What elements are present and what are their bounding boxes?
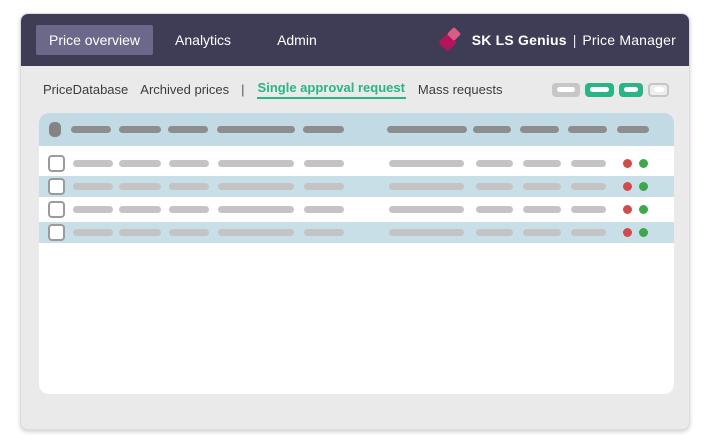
column-header-skeleton	[387, 126, 467, 133]
column-header-skeleton	[303, 126, 344, 133]
row-checkbox[interactable]	[48, 155, 65, 172]
cell-skeleton-bar	[169, 206, 209, 213]
cell-skeleton-bar	[218, 229, 294, 236]
sub-navbar: PriceDatabase Archived prices | Single a…	[21, 66, 689, 113]
row-checkbox[interactable]	[48, 224, 65, 241]
column-header-skeleton	[119, 126, 161, 133]
cell-skeleton-bar	[73, 160, 113, 167]
cell-skeleton-bar	[389, 229, 464, 236]
button-bar-placeholder	[590, 87, 609, 92]
cell-skeleton-bar	[218, 160, 294, 167]
status-dot-2	[639, 228, 648, 237]
column-header-skeleton	[168, 126, 208, 133]
cell-skeleton-bar	[304, 206, 344, 213]
column-header-skeleton	[520, 126, 559, 133]
column-header-skeleton	[617, 126, 649, 133]
cell-skeleton-bar	[523, 229, 561, 236]
action-button-1[interactable]	[552, 82, 580, 97]
subnav-separator: |	[241, 82, 245, 97]
select-all-placeholder[interactable]	[49, 122, 61, 137]
cell-skeleton-bar	[389, 206, 464, 213]
row-checkbox[interactable]	[48, 178, 65, 195]
cell-skeleton-bar	[523, 160, 561, 167]
status-dot-1	[623, 182, 632, 191]
table-row[interactable]	[39, 222, 674, 243]
cell-skeleton-bar	[169, 160, 209, 167]
table-card	[39, 113, 674, 394]
cell-skeleton-bar	[218, 206, 294, 213]
tab-admin[interactable]: Admin	[277, 32, 317, 48]
cell-skeleton-bar	[571, 206, 606, 213]
double-diamond-icon	[438, 26, 464, 53]
cell-skeleton-bar	[389, 160, 464, 167]
column-header-skeleton	[568, 126, 607, 133]
action-button-3[interactable]	[619, 82, 643, 97]
cell-skeleton-bar	[169, 183, 209, 190]
table-header-row	[39, 113, 674, 146]
cell-skeleton-bar	[523, 206, 561, 213]
cell-skeleton-bar	[169, 229, 209, 236]
row-checkbox[interactable]	[48, 201, 65, 218]
tab-analytics[interactable]: Analytics	[175, 32, 231, 48]
column-header-skeleton	[217, 126, 295, 133]
column-header-skeleton	[71, 126, 111, 133]
action-button-2[interactable]	[585, 82, 614, 97]
brand: SK LS Genius | Price Manager	[438, 26, 676, 53]
button-bar-placeholder	[557, 87, 575, 92]
cell-skeleton-bar	[571, 229, 606, 236]
status-dot-1	[623, 228, 632, 237]
table-row[interactable]	[39, 176, 674, 197]
cell-skeleton-bar	[218, 183, 294, 190]
top-navbar: Price overview Analytics Admin SK LS Gen…	[21, 14, 689, 66]
status-dot-2	[639, 205, 648, 214]
status-dot-2	[639, 159, 648, 168]
cell-skeleton-bar	[119, 206, 161, 213]
cell-skeleton-bar	[73, 206, 113, 213]
cell-skeleton-bar	[571, 183, 606, 190]
action-button-4[interactable]	[648, 82, 669, 97]
screenshot-canvas: Price overview Analytics Admin SK LS Gen…	[0, 0, 710, 444]
status-dot-1	[623, 205, 632, 214]
cell-skeleton-bar	[476, 183, 513, 190]
cell-skeleton-bar	[476, 160, 513, 167]
cell-skeleton-bar	[389, 183, 464, 190]
cell-skeleton-bar	[476, 229, 513, 236]
cell-skeleton-bar	[119, 183, 161, 190]
cell-skeleton-bar	[304, 229, 344, 236]
subnav-link-pricedatabase[interactable]: PriceDatabase	[43, 82, 128, 97]
cell-skeleton-bar	[73, 229, 113, 236]
tab-price-overview[interactable]: Price overview	[36, 25, 154, 55]
table-row[interactable]	[39, 199, 674, 220]
brand-product: Price Manager	[582, 32, 676, 48]
cell-skeleton-bar	[304, 183, 344, 190]
subnav-link-mass-requests[interactable]: Mass requests	[418, 82, 503, 97]
button-bar-placeholder	[624, 87, 638, 92]
subnav-link-single-approval-request[interactable]: Single approval request	[256, 80, 406, 99]
cell-skeleton-bar	[119, 160, 161, 167]
status-dot-2	[639, 182, 648, 191]
cell-skeleton-bar	[523, 183, 561, 190]
cell-skeleton-bar	[571, 160, 606, 167]
cell-skeleton-bar	[73, 183, 113, 190]
subnav-toolbar	[552, 82, 669, 97]
table-body	[39, 146, 674, 243]
table-row[interactable]	[39, 153, 674, 174]
status-dot-1	[623, 159, 632, 168]
cell-skeleton-bar	[304, 160, 344, 167]
button-bar-placeholder	[653, 87, 664, 92]
app-window: Price overview Analytics Admin SK LS Gen…	[20, 13, 690, 430]
cell-skeleton-bar	[476, 206, 513, 213]
brand-name: SK LS Genius	[471, 32, 567, 48]
subnav-link-archived-prices[interactable]: Archived prices	[140, 82, 229, 97]
column-header-skeleton	[473, 126, 511, 133]
brand-separator: |	[572, 32, 577, 48]
cell-skeleton-bar	[119, 229, 161, 236]
